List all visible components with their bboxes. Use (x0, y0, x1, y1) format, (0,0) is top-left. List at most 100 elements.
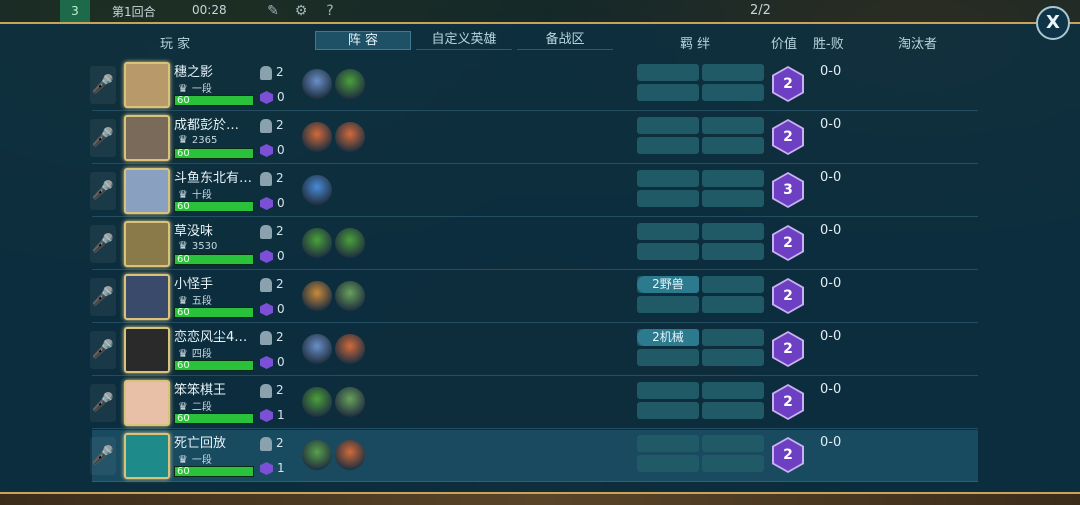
level-value: 60 (177, 201, 190, 212)
unit-icon[interactable] (335, 122, 365, 152)
bond-label: 2机械 (637, 329, 699, 346)
level-value: 60 (177, 413, 190, 424)
unit-icon[interactable] (302, 281, 332, 311)
unit-icon[interactable] (335, 69, 365, 99)
player-name: 穗之影 (174, 65, 214, 80)
unit-icon[interactable] (335, 334, 365, 364)
gem-count: 0 (260, 196, 285, 210)
win-loss-record: 0-0 (820, 223, 842, 238)
avatar[interactable] (124, 327, 170, 373)
unit-icon[interactable] (302, 122, 332, 152)
bond-slot (702, 402, 764, 419)
player-row[interactable]: 🎤 小怪手 ♛ 五段 60 2 0 2野兽 2 0-0 (90, 271, 978, 323)
player-row[interactable]: 🎤 穗之影 ♛ 一段 60 2 0 2 0-0 (90, 59, 978, 111)
level-bar: 60 (174, 360, 254, 371)
gem-value: 0 (277, 355, 285, 369)
gem-count: 0 (260, 355, 285, 369)
tab-lineup[interactable]: 阵 容 (315, 31, 411, 50)
microphone-icon[interactable]: 🎤 (90, 278, 116, 316)
helmet-icon (260, 383, 272, 398)
helmet-value: 2 (276, 171, 284, 185)
header-bond: 羁 绊 (680, 37, 711, 52)
microphone-icon[interactable]: 🎤 (90, 225, 116, 263)
player-row[interactable]: 🎤 斗鱼东北有… ♛ 十段 60 2 0 3 0-0 (90, 165, 978, 217)
bond-slot (702, 276, 764, 293)
unit-icon[interactable] (302, 387, 332, 417)
gem-icon (260, 409, 273, 422)
gem-value: 0 (277, 196, 285, 210)
microphone-icon[interactable]: 🎤 (90, 331, 116, 369)
tab-custom-heroes[interactable]: 自定义英雄 (416, 31, 512, 50)
rank-info: ♛ 五段 (178, 292, 212, 307)
round-tag: 3 (60, 0, 90, 22)
bond-slot (702, 455, 764, 472)
unit-icon[interactable] (335, 281, 365, 311)
gem-value: 0 (277, 249, 285, 263)
unit-icon[interactable] (302, 228, 332, 258)
gem-count: 1 (260, 461, 285, 475)
header-eliminator: 淘汰者 (898, 37, 938, 52)
help-icon[interactable]: ? (322, 3, 338, 19)
player-row[interactable]: 🎤 死亡回放 ♛ 一段 60 2 1 2 0-0 (90, 430, 978, 482)
avatar[interactable] (124, 168, 170, 214)
rank-icon: ♛ (178, 239, 188, 252)
tab-bench[interactable]: 备战区 (517, 31, 613, 50)
player-row[interactable]: 🎤 笨笨棋王 ♛ 二段 60 2 1 2 0-0 (90, 377, 978, 429)
helmet-icon (260, 277, 272, 292)
player-row[interactable]: 🎤 草没味 ♛ 3530 60 2 0 2 0-0 (90, 218, 978, 270)
bond-slot (702, 84, 764, 101)
close-button[interactable]: X (1036, 6, 1070, 40)
unit-icon[interactable] (335, 440, 365, 470)
edit-icon[interactable]: ✎ (265, 3, 281, 19)
level-value: 60 (177, 254, 190, 265)
level-value: 60 (177, 466, 190, 477)
avatar[interactable] (124, 433, 170, 479)
avatar[interactable] (124, 221, 170, 267)
level-bar: 60 (174, 148, 254, 159)
win-loss-record: 0-0 (820, 64, 842, 79)
rank-label: 二段 (191, 402, 212, 413)
header-value: 价值 (771, 37, 798, 52)
microphone-icon[interactable]: 🎤 (90, 437, 116, 475)
unit-icon[interactable] (302, 69, 332, 99)
bond-slot (637, 402, 699, 419)
helmet-icon (260, 171, 272, 186)
unit-icon[interactable] (302, 334, 332, 364)
gem-value: 0 (277, 143, 285, 157)
unit-icon[interactable] (335, 387, 365, 417)
header-winloss: 胜-败 (813, 37, 844, 52)
rank-icon: ♛ (178, 294, 188, 307)
gem-icon (260, 197, 273, 210)
bond-slot (637, 190, 699, 207)
rank-icon: ♛ (178, 133, 188, 146)
avatar[interactable] (124, 274, 170, 320)
gem-icon (260, 144, 273, 157)
avatar[interactable] (124, 115, 170, 161)
bond-slot (637, 223, 699, 240)
unit-icon[interactable] (302, 175, 332, 205)
microphone-icon[interactable]: 🎤 (90, 119, 116, 157)
helmet-count: 2 (260, 330, 284, 345)
unit-icon[interactable] (302, 440, 332, 470)
bond-slot (637, 382, 699, 399)
bond-slot (702, 296, 764, 313)
player-row[interactable]: 🎤 成都彭於… ♛ 2365 60 2 0 2 0-0 (90, 112, 978, 164)
microphone-icon[interactable]: 🎤 (90, 172, 116, 210)
rank-label: 3530 (191, 241, 218, 252)
level-value: 60 (177, 360, 190, 371)
round-label: 第1回合 (112, 5, 156, 19)
rank-icon: ♛ (178, 188, 188, 201)
level-value: 60 (177, 148, 190, 159)
player-row[interactable]: 🎤 恋恋风尘4… ♛ 四段 60 2 0 2机械 2 0-0 (90, 324, 978, 376)
win-loss-record: 0-0 (820, 170, 842, 185)
avatar[interactable] (124, 380, 170, 426)
rank-info: ♛ 一段 (178, 80, 212, 95)
helmet-count: 2 (260, 65, 284, 80)
gear-icon[interactable]: ⚙ (293, 3, 309, 19)
unit-icon[interactable] (335, 228, 365, 258)
bond-slot (702, 329, 764, 346)
microphone-icon[interactable]: 🎤 (90, 66, 116, 104)
helmet-value: 2 (276, 65, 284, 79)
avatar[interactable] (124, 62, 170, 108)
microphone-icon[interactable]: 🎤 (90, 384, 116, 422)
